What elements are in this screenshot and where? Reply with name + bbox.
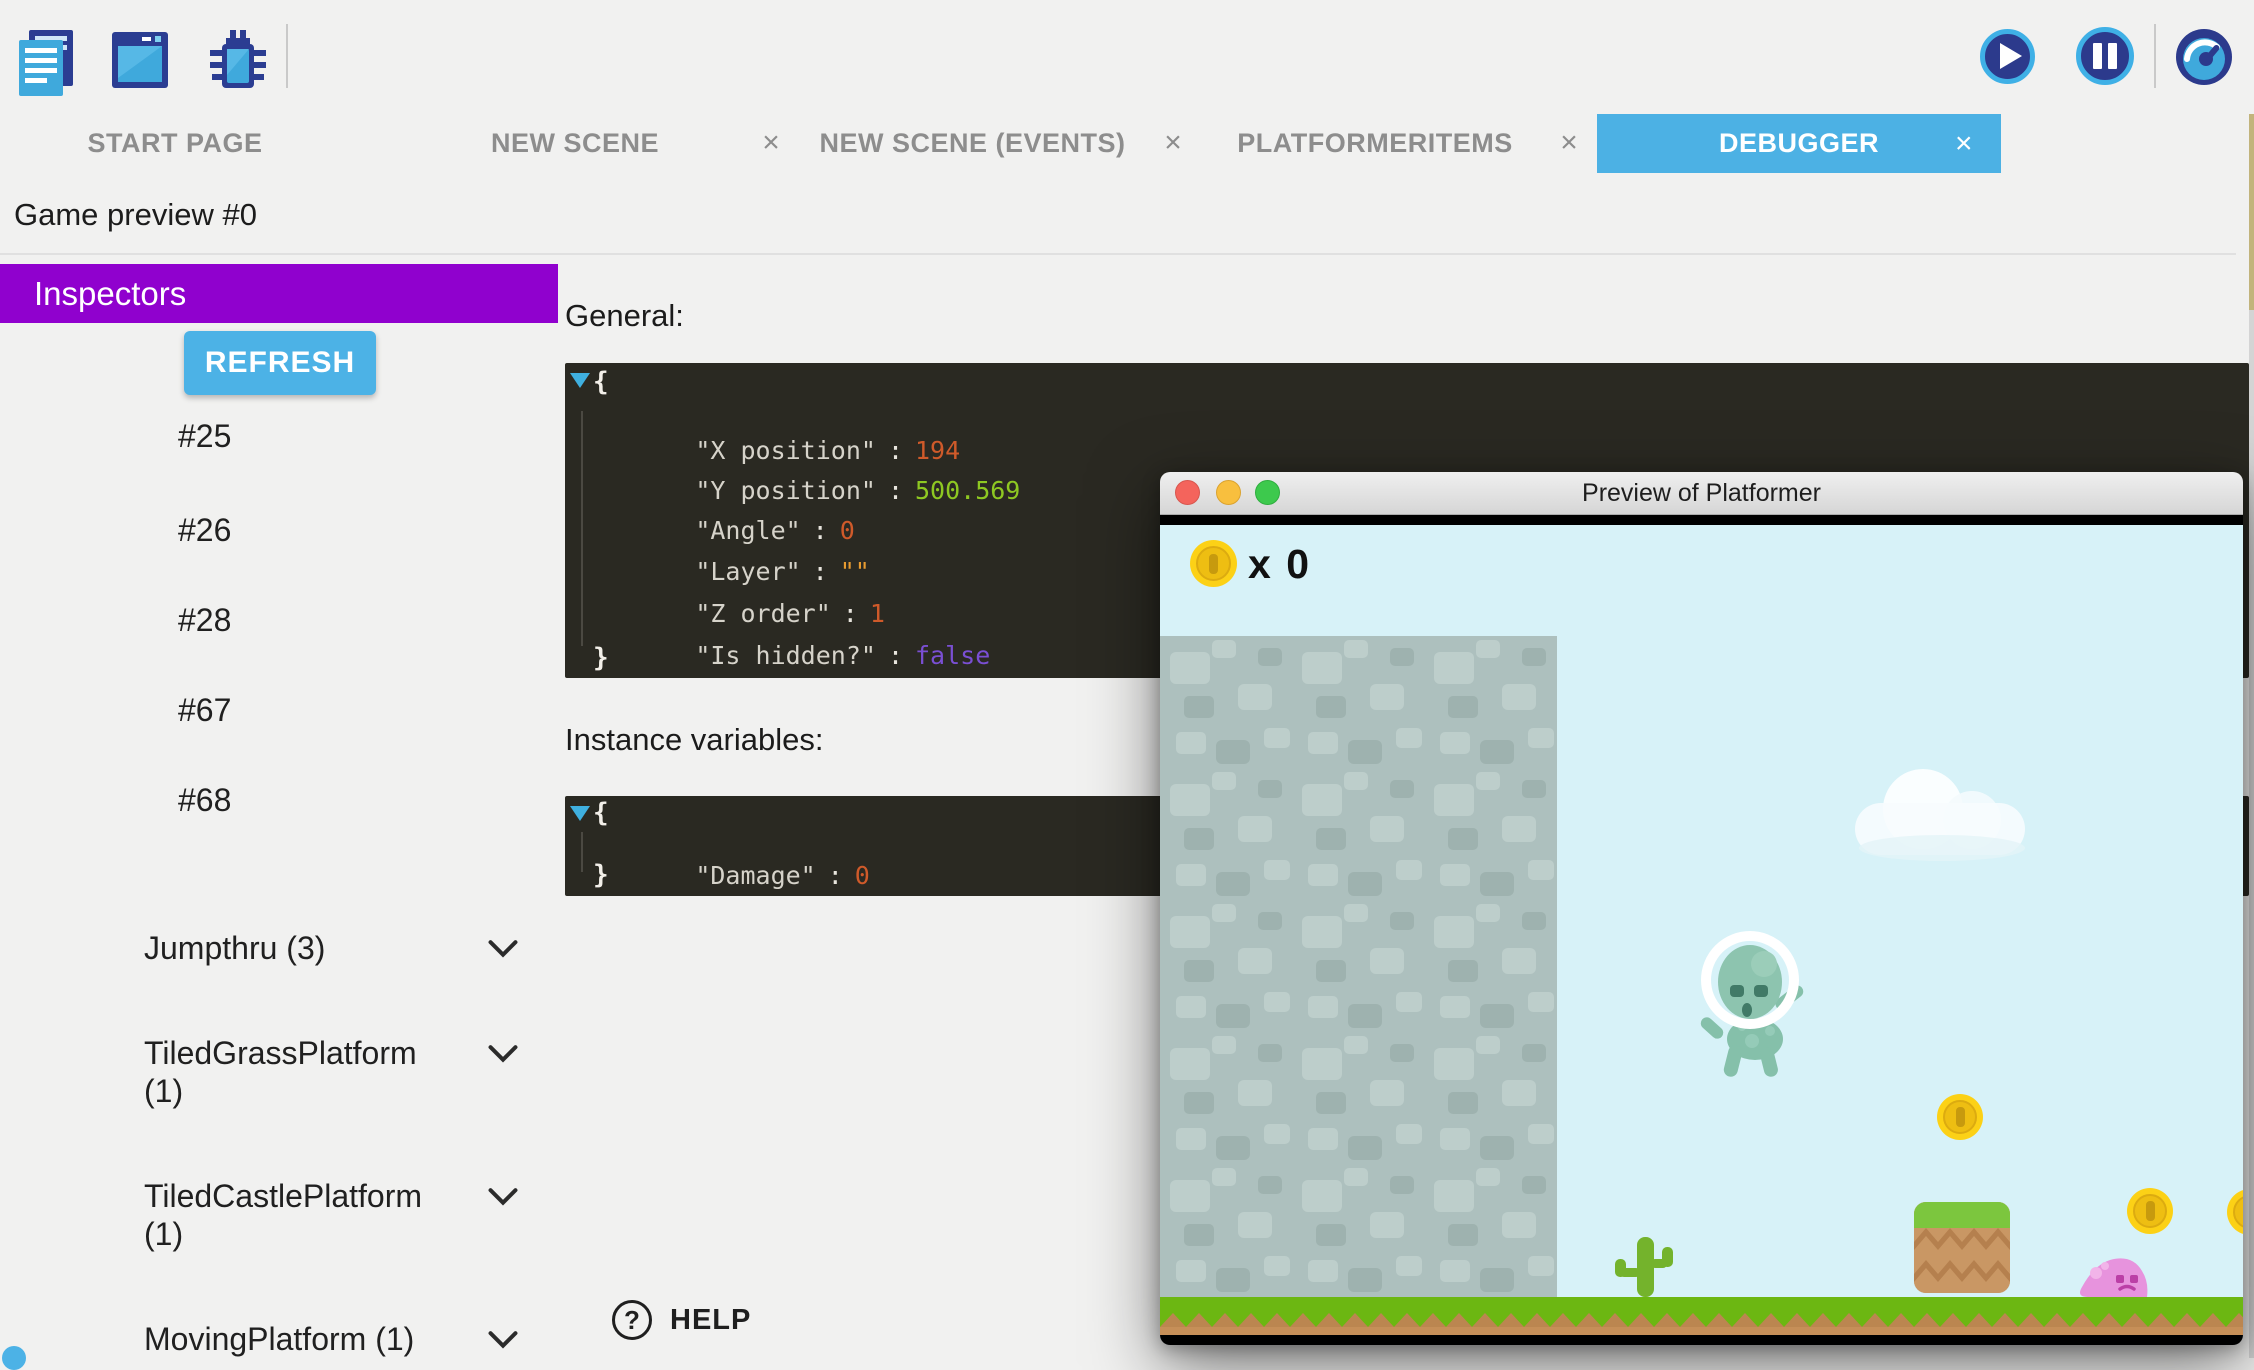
close-brace: } bbox=[593, 860, 609, 890]
tab-new-scene[interactable]: NEW SCENE bbox=[430, 114, 720, 173]
window-icon[interactable] bbox=[112, 28, 168, 92]
preview-selector-value: Game preview #0 bbox=[14, 197, 257, 233]
indent-guide bbox=[581, 832, 583, 872]
slime-enemy bbox=[2078, 1253, 2150, 1297]
ground-grass bbox=[1160, 1297, 2243, 1313]
scrollbar[interactable] bbox=[2249, 114, 2254, 1358]
debugger-screen: START PAGE NEW SCENE × NEW SCENE (EVENTS… bbox=[0, 0, 2254, 1358]
coin bbox=[2227, 1189, 2243, 1235]
cactus bbox=[1615, 1237, 1673, 1297]
coin-counter: x 0 bbox=[1248, 541, 1311, 588]
json-row: "Layer":"" bbox=[605, 528, 870, 564]
sidebar-item-68[interactable]: #68 bbox=[178, 782, 231, 820]
tab-close-debugger[interactable]: × bbox=[1955, 114, 1973, 173]
window-zoom-button[interactable] bbox=[1255, 480, 1280, 505]
sidebar-partial-item bbox=[2, 1346, 26, 1370]
ground-dirt bbox=[1160, 1327, 2243, 1335]
open-brace: { bbox=[593, 798, 609, 828]
castle-wall bbox=[1160, 636, 1557, 1297]
preview-selector[interactable]: Game preview #0 bbox=[0, 173, 2254, 253]
sidebar-group-tiledgrass-count: (1) bbox=[144, 1072, 183, 1110]
help-label: HELP bbox=[670, 1304, 751, 1337]
toolbar bbox=[0, 0, 2254, 114]
json-value: false bbox=[915, 641, 990, 670]
cloud bbox=[1855, 769, 2033, 867]
sidebar-item-67[interactable]: #67 bbox=[178, 692, 231, 730]
sidebar-group-tiledcastle-count: (1) bbox=[144, 1215, 183, 1253]
sidebar-group-jumpthru[interactable]: Jumpthru (3) bbox=[144, 929, 325, 967]
preview-window-titlebar[interactable]: Preview of Platformer bbox=[1160, 472, 2243, 515]
sidebar-item-26[interactable]: #26 bbox=[178, 512, 231, 550]
json-row: "X position":194 bbox=[605, 407, 960, 443]
close-brace: } bbox=[593, 643, 609, 673]
instance-variables-label: Instance variables: bbox=[565, 722, 823, 758]
sidebar-group-tiledcastle[interactable]: TiledCastlePlatform bbox=[144, 1177, 422, 1215]
json-row: "Damage":0 bbox=[605, 832, 870, 868]
open-brace: { bbox=[593, 367, 609, 397]
window-frame-bottom bbox=[1160, 1335, 2243, 1345]
json-value: 0 bbox=[855, 861, 870, 890]
sidebar-item-25[interactable]: #25 bbox=[178, 418, 231, 456]
toolbar-divider bbox=[286, 24, 288, 88]
game-canvas[interactable]: x 0 bbox=[1160, 525, 2243, 1335]
tab-debugger-label: DEBUGGER bbox=[1719, 128, 1879, 158]
general-section-label: General: bbox=[565, 298, 684, 334]
coin bbox=[2127, 1188, 2173, 1234]
refresh-button[interactable]: REFRESH bbox=[184, 331, 376, 395]
tab-start-page[interactable]: START PAGE bbox=[40, 114, 310, 173]
question-mark-icon: ? bbox=[612, 1300, 652, 1340]
chevron-down-icon[interactable] bbox=[486, 1186, 520, 1208]
inspectors-header: Inspectors bbox=[0, 264, 558, 323]
tab-platformeritems[interactable]: PLATFORMERITEMS bbox=[1215, 114, 1535, 173]
tab-close-new-scene-events[interactable]: × bbox=[1159, 114, 1187, 173]
sidebar-group-tiledgrass[interactable]: TiledGrassPlatform bbox=[144, 1034, 417, 1072]
pause-icon[interactable] bbox=[2076, 27, 2134, 85]
alien-player bbox=[1690, 927, 1830, 1097]
sidebar-item-28[interactable]: #28 bbox=[178, 602, 231, 640]
tab-close-platformeritems[interactable]: × bbox=[1555, 114, 1583, 173]
preview-window-title: Preview of Platformer bbox=[1160, 472, 2243, 515]
chevron-down-icon[interactable] bbox=[486, 1329, 520, 1351]
window-minimize-button[interactable] bbox=[1216, 480, 1241, 505]
toolbar-divider-right bbox=[2154, 24, 2156, 88]
grass-platform bbox=[1914, 1202, 2010, 1293]
collapse-triangle-icon[interactable] bbox=[570, 373, 590, 388]
chevron-down-icon[interactable] bbox=[486, 938, 520, 960]
json-row: "Is hidden?":false bbox=[605, 612, 990, 648]
window-close-button[interactable] bbox=[1175, 480, 1200, 505]
tab-debugger[interactable]: DEBUGGER × bbox=[1597, 114, 2001, 173]
sidebar-group-movingplatform[interactable]: MovingPlatform (1) bbox=[144, 1320, 414, 1358]
bug-icon[interactable] bbox=[208, 28, 268, 96]
coin bbox=[1937, 1094, 1983, 1140]
tab-close-new-scene[interactable]: × bbox=[757, 114, 785, 173]
json-value: 500.569 bbox=[915, 476, 1020, 505]
play-icon[interactable] bbox=[1980, 29, 2035, 84]
collapse-triangle-icon[interactable] bbox=[570, 806, 590, 821]
documents-icon[interactable] bbox=[17, 28, 75, 98]
divider bbox=[0, 253, 2236, 255]
scrollbar-thumb[interactable] bbox=[2249, 114, 2254, 310]
profiler-gauge-icon[interactable] bbox=[2175, 28, 2233, 86]
json-row: "Z order":1 bbox=[605, 570, 885, 606]
tab-new-scene-events[interactable]: NEW SCENE (EVENTS) bbox=[800, 114, 1145, 173]
indent-guide bbox=[581, 411, 583, 646]
chevron-down-icon[interactable] bbox=[486, 1043, 520, 1065]
window-frame-top bbox=[1160, 515, 2243, 525]
ground-zigzag bbox=[1160, 1313, 2243, 1327]
json-row: "Y position":500.569 bbox=[605, 447, 1020, 483]
coin-icon bbox=[1190, 540, 1237, 587]
tab-bar: START PAGE NEW SCENE × NEW SCENE (EVENTS… bbox=[0, 114, 2254, 173]
preview-window: Preview of Platformer bbox=[1160, 472, 2243, 1345]
inspectors-title: Inspectors bbox=[34, 264, 186, 323]
json-row: "Angle":0 bbox=[605, 487, 855, 523]
